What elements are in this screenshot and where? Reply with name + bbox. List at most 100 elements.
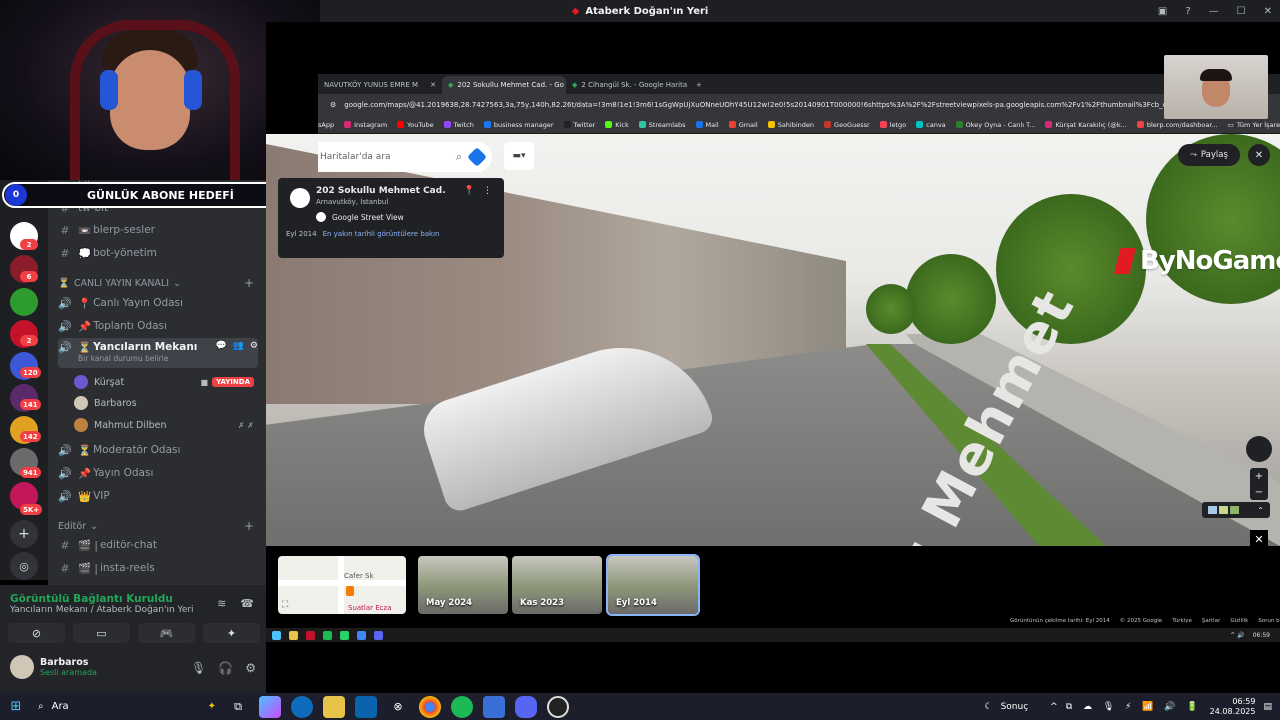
add-channel-icon[interactable]: + [244,519,254,533]
voice-location[interactable]: Yancıların Mekanı / Ataberk Doğan'ın Yer… [10,605,194,615]
voice-channel-moderator[interactable]: 🔊 ⏳ Moderatör Odası [58,440,258,460]
add-server-icon[interactable]: + [10,520,38,548]
chat-icon[interactable]: 💬 [215,341,226,351]
inbox-icon[interactable]: ▣ [1158,6,1167,17]
fullscreen-icon[interactable]: ⛶ [282,600,288,610]
voice-channel-canli-yayin[interactable]: 🔊 📍 Canlı Yayın Odası [58,293,258,313]
bookmark[interactable]: blerp.com/dashboar... [1136,121,1218,129]
bookmark[interactable]: Streamlabs [638,121,686,129]
task-view-icon[interactable]: ⧉ [227,696,249,718]
channel-blerp-sesler[interactable]: # 📼 blerp-sesler [58,220,258,240]
site-info-icon[interactable]: ⚙ [330,101,336,109]
zoom-out-button[interactable]: − [1255,487,1263,498]
server-icon[interactable] [10,288,38,316]
discord-icon[interactable] [515,695,537,718]
mini-map[interactable]: Cafer Sk Suatlar Ecza ⛶ [278,556,406,614]
voice-channel-vip[interactable]: 🔊 👑 VIP [58,486,258,506]
obs-icon[interactable] [547,695,569,718]
taskbar-search[interactable]: ⌕ Ara ✦ [32,693,222,720]
new-tab-button[interactable]: + [690,76,710,94]
spotify-icon[interactable] [451,695,473,718]
bookmark[interactable]: Twitter [563,121,595,129]
category-live[interactable]: ⏳ CANLI YAYIN KANALI ⌄ [58,278,181,289]
maximize-button[interactable]: ☐ [1237,6,1246,17]
chevron-up-icon[interactable]: ^ [1050,702,1058,712]
bookmark[interactable]: Okey Oyna - Canlı T... [955,121,1035,129]
noise-suppression-icon[interactable]: ≋ [217,597,226,610]
channel-status[interactable]: Bir kanal durumu belirle [78,354,197,363]
soundboard-button[interactable]: ✦ [203,623,260,643]
nearest-images-link[interactable]: En yakın tarihli görüntülere bakın [323,230,440,238]
bookmark[interactable]: Sahibinden [767,121,814,129]
close-button[interactable]: ✕ [1264,6,1272,17]
screen-share-button[interactable]: ▭ [73,623,130,643]
bookmark[interactable]: Kürşat Karakılıç (@k... [1045,121,1127,129]
gear-icon[interactable]: ⚙ [245,661,256,675]
more-icon[interactable]: ⋮ [483,186,492,196]
activity-button[interactable]: 🎮 [138,623,195,643]
bookmark[interactable]: GeoGuessr [824,121,870,129]
close-streetview-button[interactable]: ✕ [1248,144,1270,166]
directions-icon[interactable] [467,147,487,167]
category-editor[interactable]: Editör ⌄ [58,521,98,532]
app-icon[interactable] [483,695,505,718]
location-pin-icon[interactable]: 📍 [464,186,475,196]
add-channel-icon[interactable]: + [244,276,254,290]
channel-bot-yonetim[interactable]: # 💭 bot-yönetim [58,243,258,263]
copilot-icon[interactable] [259,695,281,718]
bookmark[interactable]: canva [916,121,946,129]
voice-user[interactable]: Mahmut Dilben ✗ ✗ [74,415,254,435]
headphones-icon[interactable]: 🎧 [218,661,233,675]
bookmark[interactable]: Mail [695,121,719,129]
clock[interactable]: 06:59 24.08.2025 [1210,697,1256,717]
add-user-icon[interactable]: 👥 [233,341,244,351]
voice-channel-yancilarin-mekani[interactable]: 🔊 ⏳ Yancıların Mekanı Bir kanal durumu be… [58,338,258,368]
close-tab-icon[interactable]: ✕ [430,81,436,89]
browser-tab[interactable]: NAVUTKÖY YUNUS EMRE M ✕ [318,76,442,94]
outlook-icon[interactable] [355,695,377,718]
timeline-thumb[interactable]: Kas 2023 [512,556,602,614]
all-bookmarks[interactable]: ▭Tüm Yer İşaretleri [1228,121,1280,129]
bookmark[interactable]: Instagram [344,121,387,129]
help-icon[interactable]: ? [1185,6,1190,17]
bookmark[interactable]: business manager [483,121,554,129]
minimize-button[interactable]: — [1209,6,1219,17]
gear-icon[interactable]: ⚙ [250,341,258,351]
bookmark[interactable]: sApp [318,121,334,129]
bookmark[interactable]: YouTube [397,121,434,129]
bookmark[interactable]: Kick [605,121,629,129]
voice-user[interactable]: Barbaros [74,393,137,413]
avatar[interactable] [10,655,34,679]
bookmark[interactable]: Gmail [728,121,758,129]
voice-channel-yayin-odasi[interactable]: 🔊 📌 Yayın Odası [58,463,258,483]
zoom-in-button[interactable]: + [1255,471,1263,482]
weather-icon[interactable]: ☾ [985,702,993,712]
compass-icon[interactable] [1246,436,1272,462]
camera-off-button[interactable]: ⊘ [8,623,65,643]
chrome-icon[interactable] [419,695,441,718]
bookmark[interactable]: Twitch [443,121,474,129]
address-bar[interactable]: ⚙ google.com/maps/@41.2019638,28.7427563… [318,94,1280,116]
map-layers-button[interactable]: ⌃ [1202,502,1270,518]
timeline-thumb[interactable]: May 2024 [418,556,508,614]
channel-insta-reels[interactable]: # 🎬 | insta-reels [58,558,258,578]
browser-tab[interactable]: ◆2 Cihangül Sk. - Google Harita✕ [566,76,690,94]
edge-icon[interactable] [291,695,313,718]
search-icon[interactable]: ⌕ [456,150,462,164]
timeline-thumb-active[interactable]: Eyl 2014 [606,554,700,616]
share-button[interactable]: ⤳ Paylaş [1178,144,1240,166]
back-arrow-icon[interactable] [290,188,310,208]
notification-icon[interactable]: ▤ [1263,702,1272,712]
file-explorer-icon[interactable] [323,695,345,718]
voice-user[interactable]: Kürşat ■ YAYINDA [74,372,254,392]
layer-toggle-button[interactable]: ▬▾ [504,142,534,170]
browser-tab-active[interactable]: ◆202 Sokullu Mehmet Cad. - Go✕ [442,76,566,94]
explore-icon[interactable]: ◎ [10,552,38,580]
maps-search-box[interactable]: Haritalar'da ara ⌕ [318,142,492,172]
tray-icons[interactable]: ⧉ ☁ 🎙 ⚡ 📶 🔊 🔋 [1066,702,1202,712]
disconnect-icon[interactable]: ☎ [240,597,254,610]
xbox-icon[interactable]: ⊗ [387,696,409,718]
start-button[interactable]: ⊞ [0,693,32,720]
microphone-icon[interactable]: 🎙 [191,661,206,675]
bookmark[interactable]: letgo [879,121,906,129]
